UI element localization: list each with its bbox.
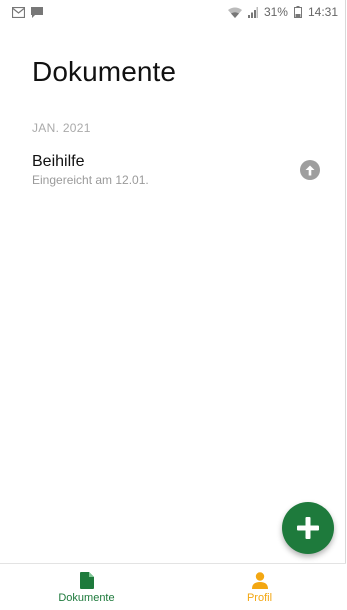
nav-item-dokumente[interactable]: Dokumente bbox=[0, 564, 173, 610]
nav-label-dokumente: Dokumente bbox=[58, 592, 115, 604]
document-list-item[interactable]: Beihilfe Eingereicht am 12.01. bbox=[32, 152, 332, 196]
status-bar-right: 31% 14:31 bbox=[227, 5, 338, 19]
battery-icon bbox=[293, 6, 302, 18]
clock: 14:31 bbox=[307, 5, 338, 19]
nav-label-profil: Profil bbox=[246, 592, 273, 604]
document-subtitle: Eingereicht am 12.01. bbox=[32, 173, 149, 187]
person-icon bbox=[251, 572, 268, 589]
status-bar-left bbox=[12, 6, 43, 18]
add-document-button[interactable] bbox=[282, 502, 334, 554]
signal-icon bbox=[247, 6, 258, 18]
document-icon bbox=[79, 572, 94, 589]
bottom-navigation: Dokumente Profil bbox=[0, 563, 346, 610]
battery-percent: 31% bbox=[263, 5, 288, 19]
wifi-icon bbox=[227, 7, 242, 18]
status-bar: 31% 14:31 bbox=[0, 0, 346, 24]
mail-icon bbox=[12, 6, 25, 18]
page-title: Dokumente bbox=[32, 56, 177, 87]
document-title: Beihilfe bbox=[32, 153, 85, 170]
plus-icon bbox=[297, 517, 319, 539]
message-icon bbox=[31, 6, 43, 18]
section-header: JAN. 2021 bbox=[32, 121, 91, 135]
nav-item-profil[interactable]: Profil bbox=[173, 564, 346, 610]
arrow-up-icon bbox=[300, 160, 320, 180]
